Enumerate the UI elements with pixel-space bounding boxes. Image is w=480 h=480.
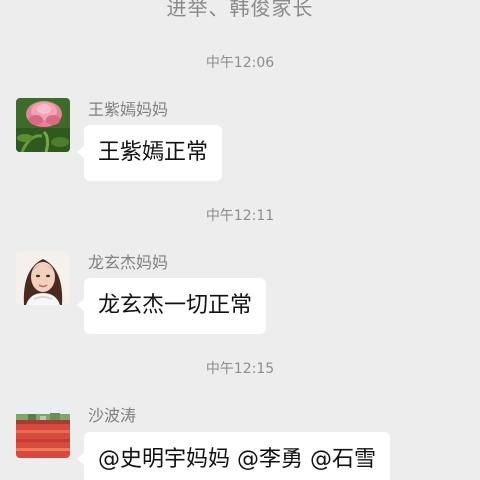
- message-bubble[interactable]: @史明宇妈妈 @李勇 @石雪: [77, 432, 390, 480]
- message-bubble[interactable]: 龙玄杰一切正常: [76, 278, 267, 334]
- pink-flower-avatar-icon: [16, 98, 70, 152]
- tulip-field-avatar[interactable]: [16, 404, 70, 458]
- timestamp: 中午12:11: [205, 208, 275, 224]
- sender-name: 沙波涛: [88, 406, 137, 425]
- sender-name: 龙玄杰妈妈: [88, 253, 169, 272]
- message-bubble[interactable]: 王紫嫣正常: [76, 125, 223, 181]
- timestamp: 中午12:15: [205, 361, 275, 377]
- timestamp: 中午12:06: [205, 55, 275, 71]
- woman-portrait-avatar[interactable]: [16, 251, 70, 305]
- pink-flower-avatar[interactable]: [16, 98, 70, 152]
- tulip-field-avatar-icon: [16, 404, 70, 458]
- chat-screen: 进举、韩俊家长 中午12:06 王紫嫣妈妈 王紫嫣正常 中午12:11 龙玄杰妈…: [0, 0, 480, 480]
- woman-portrait-avatar-icon: [16, 251, 70, 305]
- sender-name: 王紫嫣妈妈: [88, 100, 169, 119]
- previous-message-text: 进举、韩俊家长: [166, 0, 314, 20]
